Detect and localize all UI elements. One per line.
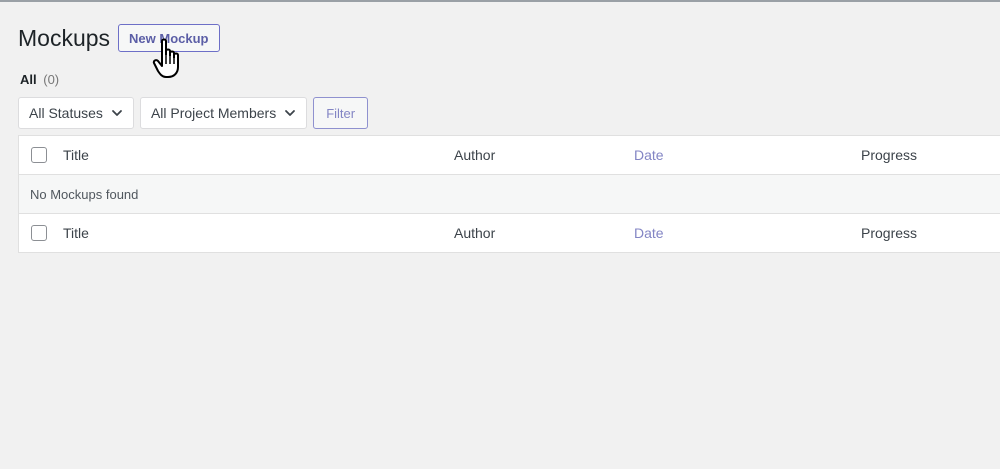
page-title: Mockups	[18, 25, 111, 51]
table-header-row: Title Author Date Progress	[19, 136, 1000, 175]
hand-pointer-icon	[152, 38, 179, 78]
mockups-table: Title Author Date Progress No Mockups fo…	[18, 135, 1000, 253]
select-all-checkbox[interactable]	[31, 147, 47, 163]
empty-message: No Mockups found	[30, 186, 139, 202]
view-filter-links: All (0)	[20, 72, 59, 87]
status-select[interactable]: All Statuses	[18, 97, 134, 129]
column-progress: Progress	[861, 147, 918, 163]
empty-row: No Mockups found	[19, 175, 1000, 214]
select-all-cell-footer	[19, 225, 59, 241]
members-select[interactable]: All Project Members	[139, 97, 308, 129]
chevron-down-icon	[285, 110, 296, 116]
column-title[interactable]: Title	[63, 147, 89, 163]
members-select-value: All Project Members	[150, 105, 277, 121]
page-header: Mockups New Mockup	[18, 22, 220, 54]
column-date-footer[interactable]: Date	[634, 225, 664, 241]
column-progress-footer: Progress	[861, 225, 918, 241]
column-author-footer: Author	[454, 225, 496, 241]
view-all-count: (0)	[43, 72, 60, 87]
filter-bar: All Statuses All Project Members Filter	[18, 97, 369, 129]
select-all-checkbox-footer[interactable]	[31, 225, 47, 241]
column-author: Author	[454, 147, 496, 163]
table-footer-row: Title Author Date Progress	[19, 214, 1000, 252]
column-title-footer[interactable]: Title	[63, 225, 89, 241]
column-date[interactable]: Date	[634, 147, 664, 163]
select-all-cell	[19, 147, 59, 163]
status-select-value: All Statuses	[29, 105, 103, 121]
window-top-border	[0, 0, 1000, 2]
view-all-link[interactable]: All	[20, 72, 37, 87]
chevron-down-icon	[112, 110, 122, 116]
filter-button[interactable]: Filter	[313, 97, 369, 129]
